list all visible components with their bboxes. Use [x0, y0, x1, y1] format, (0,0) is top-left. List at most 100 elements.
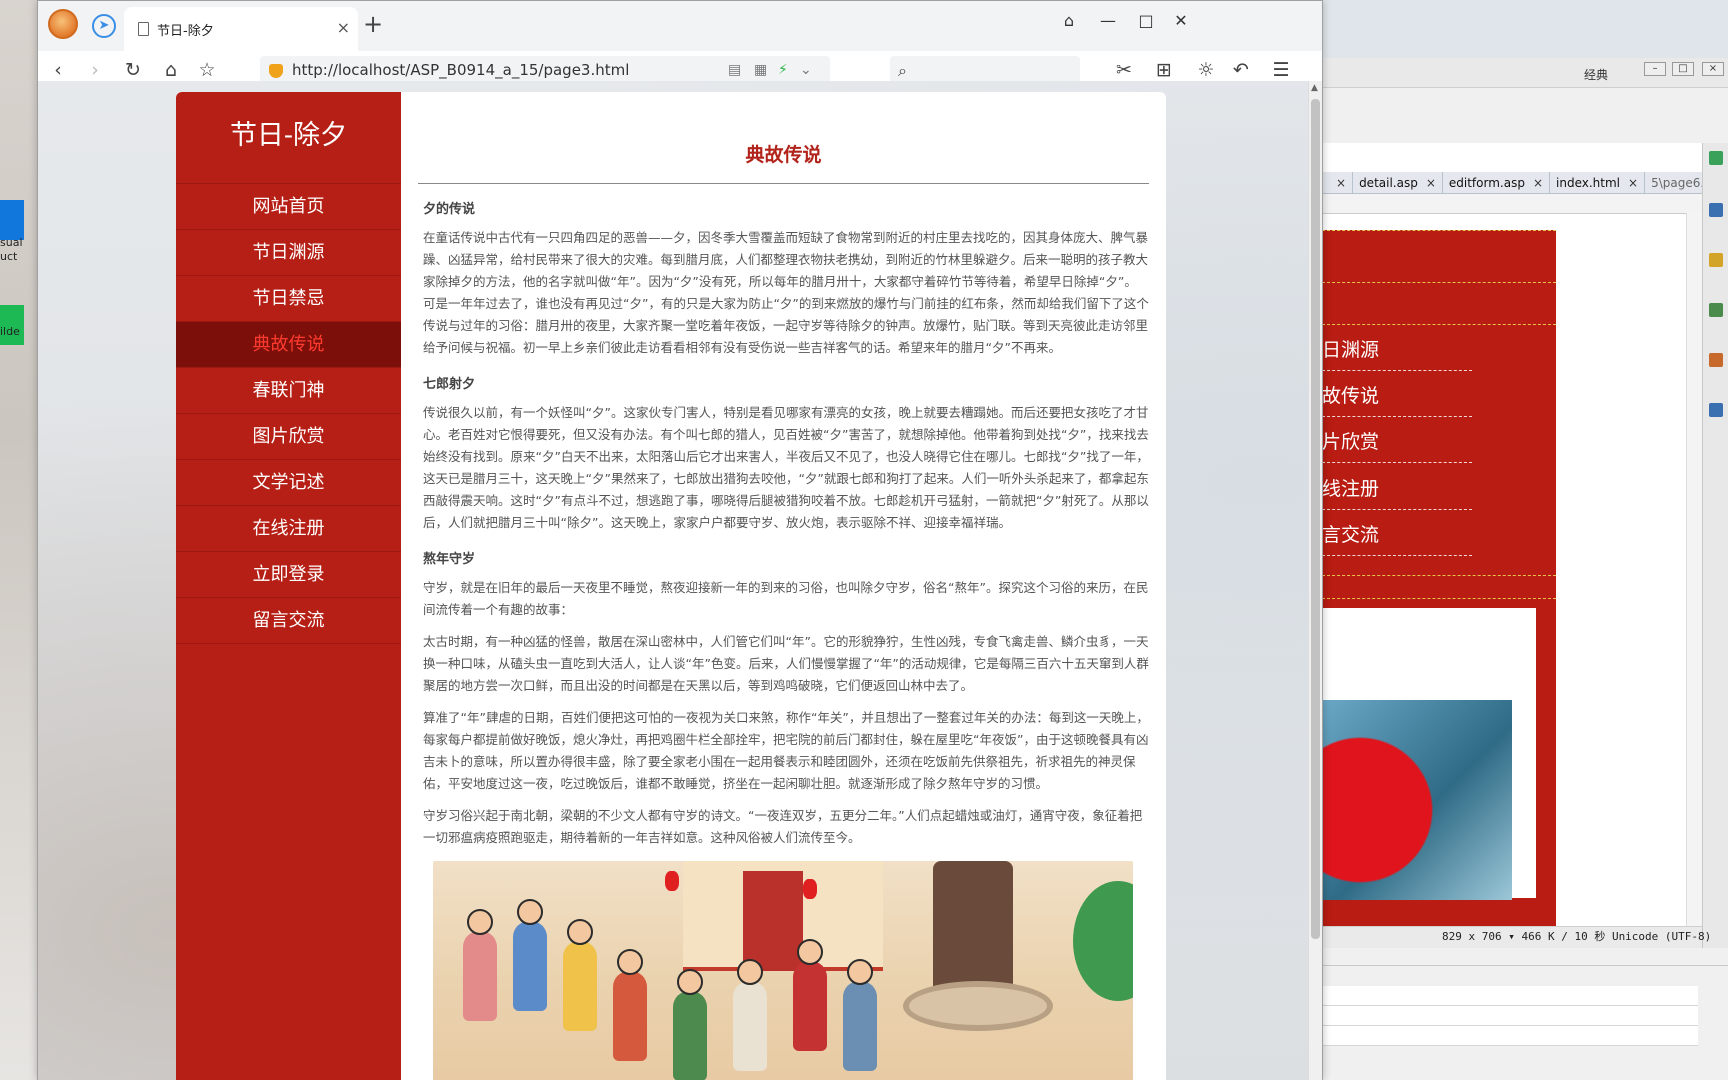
menu-item-literature[interactable]: 文学记述 [176, 460, 401, 506]
panel-icon[interactable] [1709, 151, 1723, 165]
close-icon[interactable]: × [1336, 176, 1346, 190]
url-text[interactable]: http://localhost/ASP_B0914_a_15/page3.ht… [292, 61, 629, 79]
ide-titlebar: 经典 – □ × [1322, 58, 1728, 88]
scroll-up-icon[interactable]: ▲ [1311, 83, 1318, 93]
panel-icon[interactable] [1709, 203, 1723, 217]
qr-code-icon[interactable]: ▦ [754, 62, 767, 78]
browser-titlebar: ➤ 节日-除夕 × + ⌂ — □ ✕ [38, 1, 1322, 51]
desktop-icon-label: uct [0, 250, 18, 263]
speed-mode-icon[interactable]: ⚡ [778, 62, 788, 78]
ide-tab-label: detail.asp [1359, 175, 1418, 190]
scrollbar-thumb[interactable] [1311, 99, 1320, 939]
reader-mode-icon[interactable]: ▤ [728, 62, 741, 78]
close-icon[interactable]: × [1628, 176, 1638, 190]
maximize-icon[interactable]: □ [1131, 11, 1161, 30]
chevron-down-icon[interactable]: ⌄ [800, 62, 812, 78]
panel-icon[interactable] [1709, 403, 1723, 417]
illustration-lantern [665, 871, 679, 891]
menu-item-origin[interactable]: 节日渊源 [176, 230, 401, 276]
ide-status-bar: 829 x 706 ▾ 466 K / 10 秒 Unicode (UTF-8) [1322, 926, 1711, 948]
reload-icon[interactable]: ↻ [120, 59, 146, 81]
article-title: 典故传说 [418, 140, 1149, 184]
new-tab-icon[interactable]: + [363, 10, 383, 38]
menu-item-guestbook[interactable]: 留言交流 [176, 598, 401, 644]
close-icon[interactable]: × [1533, 176, 1543, 190]
home-icon[interactable]: ⌂ [158, 59, 184, 81]
illustration-bush [1073, 881, 1133, 1001]
site-page: 节日-除夕 网站首页 节日渊源 节日禁忌 典故传说 春联门神 图片欣赏 文学记述… [176, 92, 1166, 1080]
ide-tab-label: editform.asp [1448, 175, 1525, 190]
ide-tab[interactable]: editform.asp × [1443, 172, 1551, 193]
panel-icon[interactable] [1709, 303, 1723, 317]
illustration-tree [933, 861, 1013, 1001]
ide-filter-bar [1322, 194, 1702, 214]
new-year-illustration [433, 861, 1133, 1080]
search-icon[interactable]: ⌕ [898, 61, 907, 81]
section-paragraph: 守岁习俗兴起于南北朝，梁朝的不少文人都有守岁的诗文。“一夜连双岁，五更分二年。”… [423, 808, 1143, 845]
panel-icon[interactable] [1709, 253, 1723, 267]
illustration-person [793, 961, 827, 1051]
bookmark-star-icon[interactable]: ☆ [194, 59, 220, 81]
desktop-background: sual uct ilde [0, 0, 37, 1080]
minimize-icon[interactable]: — [1093, 11, 1123, 30]
menu-item-gallery[interactable]: 图片欣赏 [176, 414, 401, 460]
workspace-mode-select[interactable]: 经典 [1584, 66, 1608, 83]
canvas-nav-item: 日渊源 [1322, 335, 1472, 371]
site-sidebar: 节日-除夕 网站首页 节日渊源 节日禁忌 典故传说 春联门神 图片欣赏 文学记述… [176, 92, 401, 1080]
menu-item-couplets[interactable]: 春联门神 [176, 368, 401, 414]
close-icon[interactable]: × [1702, 62, 1724, 76]
ide-design-canvas: 日渊源 故传说 片欣赏 线注册 言交流 [1322, 230, 1556, 986]
pin-icon[interactable]: ⌂ [1054, 11, 1084, 30]
navigate-icon[interactable]: ➤ [92, 14, 116, 38]
illustration-head [467, 909, 493, 935]
ide-tab-label: index.html [1556, 175, 1620, 190]
tab-title: 节日-除夕 [157, 24, 214, 39]
ide-window: 经典 – □ × × detail.asp × editform.asp × ind… [1322, 58, 1728, 1080]
theme-sun-icon[interactable]: ☼ [1193, 59, 1219, 81]
canvas-nav-item: 言交流 [1322, 520, 1472, 556]
menu-item-login[interactable]: 立即登录 [176, 552, 401, 598]
section-paragraph: 太古时期，有一种凶猛的怪兽，散居在深山密林中，人们管它们叫“年”。它的形貌狰狞，… [423, 634, 1149, 693]
menu-item-legends[interactable]: 典故传说 [176, 322, 401, 368]
site-title: 节日-除夕 [176, 92, 401, 184]
menu-item-home[interactable]: 网站首页 [176, 184, 401, 230]
desktop-app-icon[interactable] [0, 200, 24, 240]
maximize-icon[interactable]: □ [1672, 62, 1694, 76]
extensions-grid-icon[interactable]: ⊞ [1151, 59, 1177, 81]
illustration-person [673, 991, 707, 1080]
close-tab-icon[interactable]: × [337, 18, 350, 37]
browser-tab[interactable]: 节日-除夕 × [124, 7, 358, 51]
panel-icon[interactable] [1709, 353, 1723, 367]
security-shield-icon[interactable] [269, 64, 283, 78]
page-scrollbar[interactable]: ▲ [1308, 81, 1322, 1080]
ide-tab[interactable]: index.html × [1550, 172, 1646, 193]
canvas-photo [1322, 700, 1512, 900]
canvas-nav-item: 片欣赏 [1322, 427, 1472, 463]
menu-item-register[interactable]: 在线注册 [176, 506, 401, 552]
forward-icon[interactable]: › [82, 59, 108, 81]
illustration-person [613, 971, 647, 1061]
section-paragraph: 传说很久以前，有一个妖怪叫“夕”。这家伙专门害人，特别是看见哪家有漂亮的女孩，晚… [423, 405, 1149, 530]
menu-icon[interactable]: ☰ [1268, 59, 1294, 81]
undo-icon[interactable]: ↶ [1228, 59, 1254, 81]
back-icon[interactable]: ‹ [45, 59, 71, 81]
minimize-icon[interactable]: – [1644, 62, 1666, 76]
close-window-icon[interactable]: ✕ [1166, 11, 1196, 30]
section-heading: 七郎射夕 [423, 377, 476, 392]
illustration-person [563, 941, 597, 1031]
ide-tab[interactable]: detail.asp × [1353, 172, 1443, 193]
menu-item-taboo[interactable]: 节日禁忌 [176, 276, 401, 322]
canvas-nav-item: 线注册 [1322, 474, 1472, 510]
ide-tab[interactable]: × [1322, 172, 1354, 193]
illustration-head [737, 959, 763, 985]
illustration-lantern [803, 879, 817, 899]
section-heading: 熬年守岁 [423, 552, 476, 567]
ide-scrollbar[interactable] [1686, 213, 1702, 928]
illustration-head [677, 969, 703, 995]
screenshot-scissors-icon[interactable]: ✂ [1111, 59, 1137, 81]
ide-panel-strip [1702, 143, 1728, 988]
illustration-person [513, 921, 547, 1011]
close-icon[interactable]: × [1426, 176, 1436, 190]
illustration-head [617, 949, 643, 975]
browser-logo-icon[interactable] [48, 9, 78, 39]
